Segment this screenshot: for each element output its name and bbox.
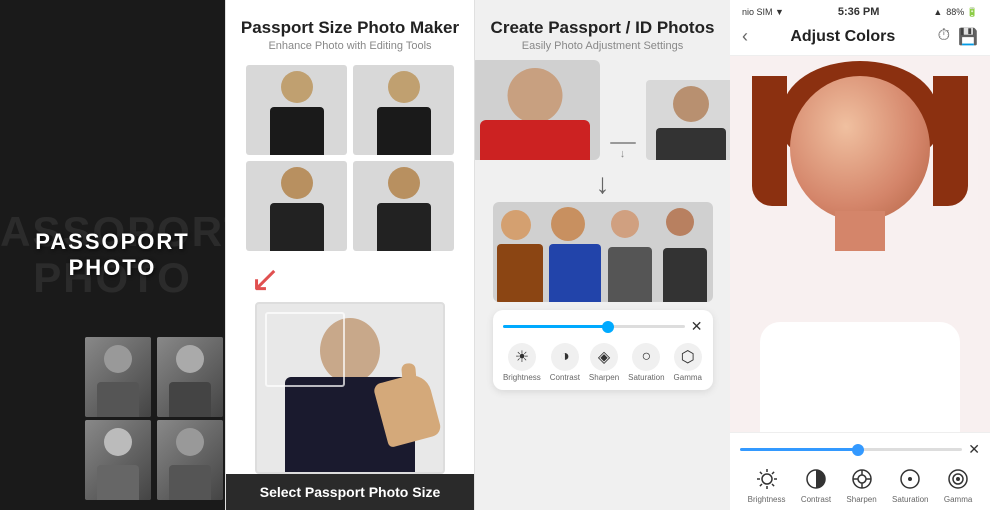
body-layer <box>760 322 960 432</box>
photo-cell-3 <box>85 420 151 500</box>
contrast-label: Contrast <box>550 373 580 382</box>
battery-text: 88% 🔋 <box>946 7 978 18</box>
gamma-label: Gamma <box>674 373 702 382</box>
scan-rectangle <box>265 312 345 387</box>
wifi-icon: ▲ <box>933 7 942 17</box>
saturation-label: Saturation <box>628 373 664 382</box>
panel3-title: Create Passport / ID Photos <box>491 18 715 38</box>
panel-2-photo-maker: Passport Size Photo Maker Enhance Photo … <box>225 0 475 510</box>
selfie-photo <box>475 60 600 160</box>
panel-3-create-id-photos: Create Passport / ID Photos Easily Photo… <box>475 0 730 510</box>
panel3-header: Create Passport / ID Photos Easily Photo… <box>481 0 725 60</box>
p3-gamma-icon[interactable]: ⬡ Gamma <box>674 343 702 382</box>
panel2-arrow-icon: ↙ <box>226 258 280 300</box>
p4-saturation-icon <box>897 466 923 492</box>
p4-contrast-label: Contrast <box>801 495 831 504</box>
page-title: Adjust Colors <box>790 28 895 46</box>
person-2 <box>548 202 603 302</box>
p4-contrast-item[interactable]: Contrast <box>801 466 831 504</box>
panel2-subtitle: Enhance Photo with Editing Tools <box>241 40 459 52</box>
photo-cell-1 <box>85 337 151 417</box>
p4-gamma-label: Gamma <box>944 495 972 504</box>
p3-sharpen-icon[interactable]: ◈ Sharpen <box>589 343 619 382</box>
p4-gamma-item[interactable]: Gamma <box>944 466 972 504</box>
p4-adjustment-slider[interactable] <box>740 448 962 451</box>
panel3-toolbar: ✕ ☀ Brightness ◑ Contrast ◈ Sharpen ○ Sa… <box>493 310 713 390</box>
panel3-subtitle: Easily Photo Adjustment Settings <box>491 40 715 52</box>
panel2-title: Passport Size Photo Maker <box>241 18 459 38</box>
status-time: 5:36 PM <box>838 6 880 18</box>
p3-contrast-icon[interactable]: ◑ Contrast <box>550 343 580 382</box>
p4-saturation-label: Saturation <box>892 495 928 504</box>
p4-sharpen-icon <box>849 466 875 492</box>
photo-cell-4 <box>157 420 223 500</box>
p4-brightness-item[interactable]: Brightness <box>748 466 786 504</box>
status-battery: ▲ 88% 🔋 <box>933 7 978 18</box>
p4-gamma-icon <box>945 466 971 492</box>
nav-actions: ⏱ 💾 <box>938 27 978 47</box>
photo-cell-2 <box>157 337 223 417</box>
p4-contrast-icon <box>803 466 829 492</box>
p4-brightness-label: Brightness <box>748 495 786 504</box>
face-layer <box>790 76 930 221</box>
p4-icons-row: Brightness Contrast <box>740 466 980 504</box>
p3-close-button[interactable]: ✕ <box>691 318 703 335</box>
status-bar: nio SIM ▼ 5:36 PM ▲ 88% 🔋 <box>730 0 990 22</box>
photo-preview-area <box>730 56 990 432</box>
saturation-icon: ○ <box>632 343 660 371</box>
p3-icons-row: ☀ Brightness ◑ Contrast ◈ Sharpen ○ Satu… <box>499 341 707 384</box>
panel3-down-arrow: ↓ <box>596 168 610 200</box>
app-name-subtitle: PHOTO <box>69 255 157 281</box>
save-button[interactable]: 💾 <box>958 27 978 47</box>
p4-slider-row: ✕ <box>740 441 980 458</box>
navigation-bar: ‹ Adjust Colors ⏱ 💾 <box>730 22 990 56</box>
p3-slider-thumb <box>602 321 614 333</box>
status-carrier: nio SIM ▼ <box>742 7 784 17</box>
panel2-cropping-preview <box>255 302 445 474</box>
panel4-toolbar: ✕ Brightness <box>730 432 990 510</box>
panel-1-app-promo: PASSOPORTPHOTO PASSOPORT PHOTO <box>0 0 225 510</box>
p4-saturation-item[interactable]: Saturation <box>892 466 928 504</box>
p3-slider-row: ✕ <box>499 318 707 335</box>
sharpen-label: Sharpen <box>589 373 619 382</box>
hair-side-right <box>933 76 968 206</box>
person-1 <box>493 202 548 302</box>
app-name-title: PASSOPORT <box>35 229 190 255</box>
p4-close-button[interactable]: ✕ <box>968 441 980 458</box>
panel2-footer-text: Select Passport Photo Size <box>236 484 464 500</box>
neck-layer <box>835 211 885 251</box>
p2-cell-4 <box>353 161 454 251</box>
panel2-footer: Select Passport Photo Size <box>226 474 474 510</box>
back-button[interactable]: ‹ <box>742 26 748 47</box>
p2-cell-1 <box>246 65 347 155</box>
panel2-photo-grid <box>226 60 474 256</box>
hair-side-left <box>752 76 787 206</box>
history-button[interactable]: ⏱ <box>938 27 950 47</box>
brightness-icon: ☀ <box>508 343 536 371</box>
p4-sharpen-item[interactable]: Sharpen <box>846 466 876 504</box>
p3-brightness-icon[interactable]: ☀ Brightness <box>503 343 541 382</box>
person-4 <box>658 202 713 302</box>
p2-cell-2 <box>353 65 454 155</box>
passport-photo <box>646 80 731 160</box>
p4-brightness-icon <box>754 466 780 492</box>
p2-cell-3 <box>246 161 347 251</box>
gamma-icon: ⬡ <box>674 343 702 371</box>
person-3 <box>603 202 658 302</box>
panel-4-adjust-colors: nio SIM ▼ 5:36 PM ▲ 88% 🔋 ‹ Adjust Color… <box>730 0 990 510</box>
photo-grid-preview <box>85 337 225 500</box>
p3-saturation-icon[interactable]: ○ Saturation <box>628 343 664 382</box>
p3-adjustment-slider[interactable] <box>503 325 685 328</box>
panel2-header: Passport Size Photo Maker Enhance Photo … <box>231 0 469 60</box>
p4-slider-thumb <box>852 444 864 456</box>
p4-sharpen-label: Sharpen <box>846 495 876 504</box>
sharpen-icon: ◈ <box>590 343 618 371</box>
panel3-top-photos: ↓ <box>475 60 730 160</box>
group-photo <box>493 202 713 302</box>
brightness-label: Brightness <box>503 373 541 382</box>
contrast-icon: ◑ <box>551 343 579 371</box>
